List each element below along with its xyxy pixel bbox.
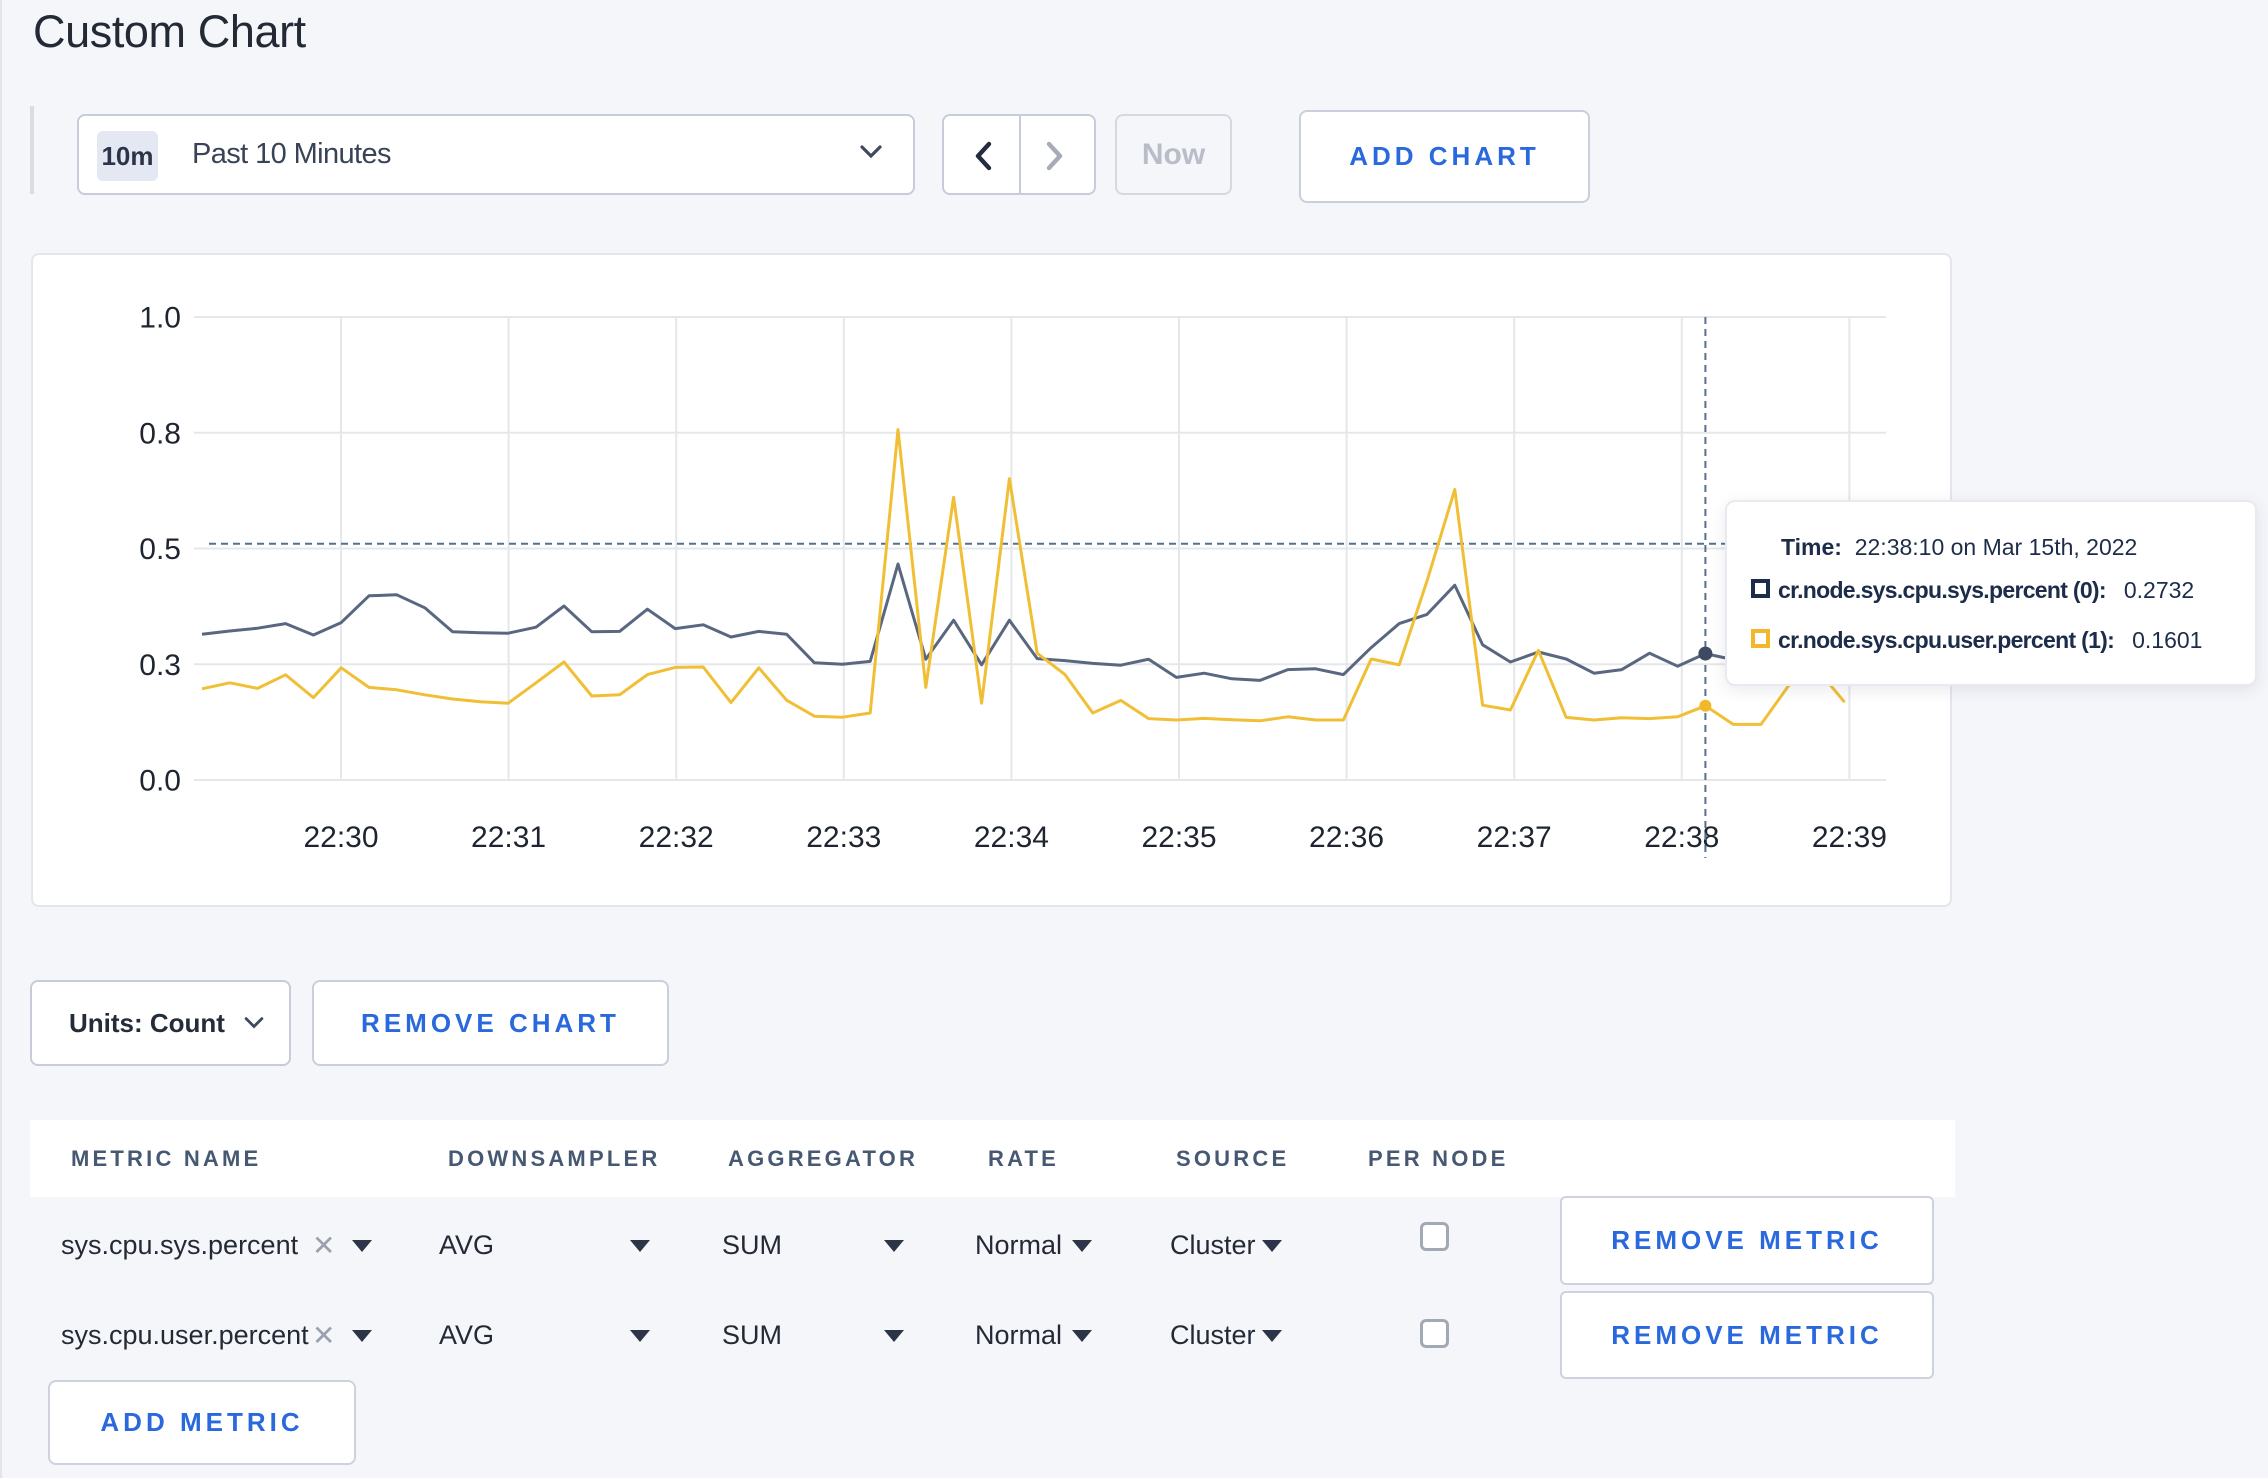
svg-text:0.5: 0.5 (139, 533, 181, 566)
svg-text:0.0: 0.0 (139, 765, 181, 798)
svg-text:22:39: 22:39 (1812, 821, 1887, 854)
svg-text:22:34: 22:34 (974, 821, 1049, 854)
svg-text:22:36: 22:36 (1309, 821, 1384, 854)
svg-text:22:32: 22:32 (639, 821, 714, 854)
svg-text:0.8: 0.8 (139, 417, 181, 450)
svg-text:1.0: 1.0 (139, 302, 181, 335)
svg-text:22:33: 22:33 (806, 821, 881, 854)
svg-text:22:31: 22:31 (471, 821, 546, 854)
svg-text:22:38: 22:38 (1644, 821, 1719, 854)
svg-text:22:35: 22:35 (1141, 821, 1216, 854)
svg-text:0.3: 0.3 (139, 649, 181, 682)
svg-text:22:37: 22:37 (1477, 821, 1552, 854)
svg-text:22:30: 22:30 (303, 821, 378, 854)
